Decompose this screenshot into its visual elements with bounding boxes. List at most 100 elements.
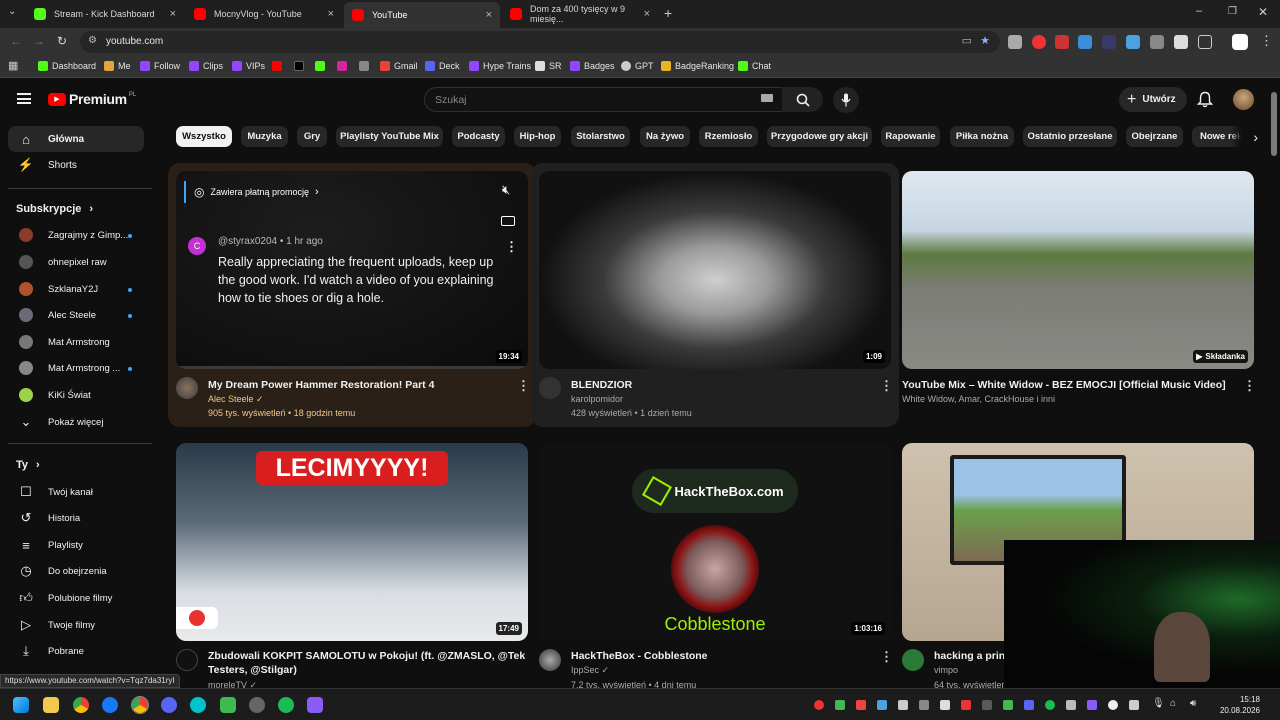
tab-search-icon[interactable]: ⌄: [8, 6, 16, 17]
channel-name[interactable]: vimpo: [934, 665, 958, 675]
tray-icon-8[interactable]: [961, 700, 971, 710]
keyboard-icon[interactable]: [761, 94, 773, 102]
app-purple-icon[interactable]: [307, 697, 323, 713]
bookmark-youtube[interactable]: [272, 61, 286, 71]
chrome-active-icon[interactable]: [131, 696, 149, 714]
chip-action-adventure[interactable]: Przygodowe gry akcji: [767, 126, 872, 147]
create-button[interactable]: + Utwórz: [1119, 87, 1187, 112]
bookmark-gpt[interactable]: GPT: [621, 61, 654, 71]
bookmark-kick[interactable]: [315, 61, 329, 71]
microphone-tray-icon[interactable]: 🎙︎: [1152, 698, 1165, 709]
bookmark-sr[interactable]: SR: [535, 61, 562, 71]
page-scrollbar[interactable]: [1271, 92, 1277, 156]
video-title[interactable]: BLENDZIOR: [571, 379, 632, 391]
extension-shield-icon[interactable]: [1008, 35, 1022, 49]
subscriptions-heading[interactable]: Subskrypcje ›: [16, 203, 93, 215]
window-close-icon[interactable]: ✕: [1258, 5, 1268, 19]
sidebar-item-downloads[interactable]: ⤓ Pobrane: [8, 638, 144, 664]
facebook-icon[interactable]: [102, 697, 118, 713]
tray-icon-2[interactable]: [835, 700, 845, 710]
bookmark-clips[interactable]: Clips: [189, 61, 223, 71]
mute-icon[interactable]: 🔇︎: [502, 182, 510, 198]
sidebar-item-history[interactable]: ↺ Historia: [8, 505, 144, 531]
channel-avatar[interactable]: [539, 649, 561, 671]
tab-kick-dashboard[interactable]: Stream - Kick Dashboard ×: [26, 4, 184, 24]
bookmark-deck[interactable]: Deck: [425, 61, 460, 71]
close-icon[interactable]: ×: [644, 8, 650, 20]
sidebar-sub-3[interactable]: Alec Steele: [8, 302, 144, 328]
video-title[interactable]: My Dream Power Hammer Restoration! Part …: [208, 379, 434, 391]
extensions-puzzle-icon[interactable]: [1198, 35, 1212, 49]
video-thumbnail-mix[interactable]: ▶ Składanka: [902, 171, 1254, 369]
video-title[interactable]: YouTube Mix – White Widow - BEZ EMOCJI […: [902, 379, 1226, 391]
video-thumbnail[interactable]: LECIMYYYY! 17:49: [176, 443, 528, 641]
hamburger-menu-icon[interactable]: [17, 93, 31, 104]
extension-dark-icon[interactable]: [1102, 35, 1116, 49]
channel-avatar[interactable]: [176, 649, 198, 671]
chip-football[interactable]: Piłka nożna: [950, 126, 1014, 147]
channel-avatar[interactable]: [902, 649, 924, 671]
chip-podcasts[interactable]: Podcasty: [452, 126, 505, 147]
chrome-icon[interactable]: [73, 697, 89, 713]
back-icon[interactable]: ←: [10, 34, 22, 48]
youtube-logo[interactable]: ▶ Premium PL: [48, 91, 136, 107]
more-options-icon[interactable]: ⋮: [1243, 379, 1256, 392]
file-explorer-icon[interactable]: [43, 697, 59, 713]
app-green-icon[interactable]: [220, 697, 236, 713]
spotify-icon[interactable]: [278, 697, 294, 713]
video-title[interactable]: HackTheBox - Cobblestone: [571, 650, 708, 662]
channel-name[interactable]: Alec Steele ✓: [208, 394, 264, 405]
you-heading[interactable]: Ty ›: [16, 459, 40, 471]
obs-icon[interactable]: [249, 697, 265, 713]
sidebar-sub-0[interactable]: Zagrajmy z Gimp...: [8, 222, 144, 248]
video-title[interactable]: Zbudowali KOKPIT SAMOLOTU w Pokoju! (ft.…: [208, 650, 525, 662]
bookmark-gmail[interactable]: Gmail: [380, 61, 418, 71]
tray-icon-13[interactable]: [1066, 700, 1076, 710]
close-icon[interactable]: ×: [170, 8, 176, 20]
chip-rap[interactable]: Rapowanie: [881, 126, 940, 147]
maximize-icon[interactable]: ❐: [1228, 6, 1237, 17]
tray-icon-4[interactable]: [877, 700, 887, 710]
tray-icon-7[interactable]: [940, 700, 950, 710]
extension-cloud-icon[interactable]: [1126, 35, 1140, 49]
sidebar-show-more[interactable]: ⌄ Pokaż więcej: [8, 409, 144, 435]
bookmark-vips[interactable]: VIPs: [232, 61, 265, 71]
bookmark-star-icon[interactable]: ★: [980, 34, 990, 47]
video-title-line2[interactable]: Testers, @Stilgar): [208, 664, 297, 676]
chip-recently-uploaded[interactable]: Ostatnio przesłane: [1023, 126, 1117, 147]
chip-mix[interactable]: Playlisty YouTube Mix: [336, 126, 443, 147]
chips-next-arrow[interactable]: ›: [1230, 124, 1258, 149]
sidebar-sub-4[interactable]: Mat Armstrong: [8, 329, 144, 355]
tray-icon-3[interactable]: [856, 700, 866, 710]
app-c-icon[interactable]: [190, 697, 206, 713]
site-info-icon[interactable]: ⚙: [88, 35, 97, 46]
sidebar-item-watch-later[interactable]: ◷ Do obejrzenia: [8, 558, 144, 584]
bookmark-x[interactable]: [294, 61, 308, 71]
chip-live[interactable]: Na żywo: [640, 126, 690, 147]
bookmark-hype-trains[interactable]: Hype Trains: [469, 61, 531, 71]
tray-icon-9[interactable]: [982, 700, 992, 710]
apps-grid-icon[interactable]: ▦: [8, 59, 18, 72]
browser-menu-icon[interactable]: ⋮: [1260, 33, 1273, 49]
channel-name[interactable]: IppSec ✓: [571, 665, 609, 676]
video-thumbnail[interactable]: 1:09: [539, 171, 891, 369]
volume-icon[interactable]: 🔊︎: [1190, 698, 1196, 709]
clock[interactable]: 15:18 20.08.2026: [1210, 694, 1260, 716]
extension-white-icon[interactable]: [1174, 35, 1188, 49]
chip-crafts[interactable]: Rzemiosło: [699, 126, 758, 147]
profile-icon[interactable]: [1232, 34, 1248, 50]
tray-icon-12[interactable]: [1045, 700, 1055, 710]
adblock-icon[interactable]: [1055, 35, 1069, 49]
sidebar-item-shorts[interactable]: ⚡ Shorts: [8, 152, 144, 178]
video-thumbnail[interactable]: HackTheBox.com Cobblestone 1:03:16: [539, 443, 891, 641]
chip-games[interactable]: Gry: [297, 126, 327, 147]
more-options-icon[interactable]: ⋮: [880, 379, 893, 392]
more-options-icon[interactable]: ⋮: [517, 379, 530, 392]
close-icon[interactable]: ×: [486, 9, 492, 21]
tray-icon-16[interactable]: [1129, 700, 1139, 710]
discord-icon[interactable]: [161, 697, 177, 713]
tray-icon-11[interactable]: [1024, 700, 1034, 710]
sidebar-item-liked[interactable]: 👍︎ Polubione filmy: [8, 585, 144, 611]
bookmark-drive[interactable]: [359, 61, 373, 71]
sidebar-sub-6[interactable]: KiKi Świat: [8, 382, 144, 408]
